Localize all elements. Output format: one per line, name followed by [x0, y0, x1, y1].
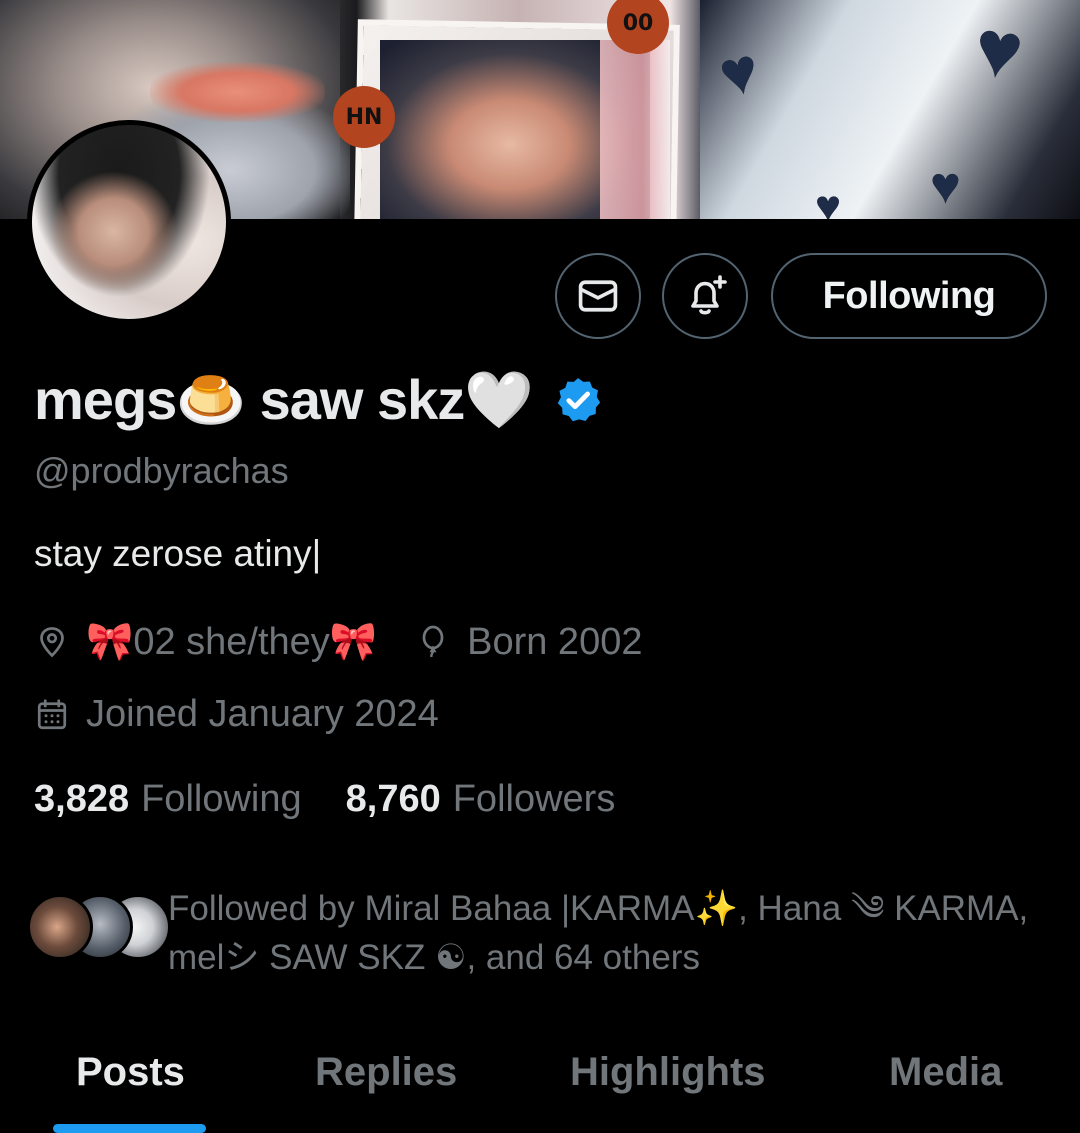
user-handle: @prodbyrachas [34, 450, 289, 491]
following-button[interactable]: Following [771, 253, 1047, 339]
heart-sticker-icon: ♥ [930, 157, 961, 215]
calendar-icon [37, 698, 67, 729]
verified-badge-icon[interactable] [553, 375, 603, 425]
tab-replies[interactable]: Replies [315, 1050, 457, 1095]
followers-count-link[interactable]: 8,760 Followers [346, 778, 616, 821]
banner-lips [150, 62, 325, 122]
display-name-row: megs🍮 saw skz🤍 [34, 360, 603, 440]
message-button[interactable] [555, 253, 641, 339]
profile-location: 🎀02 she/they🎀 [86, 621, 378, 663]
notifications-button[interactable] [662, 253, 748, 339]
tab-highlights[interactable]: Highlights [570, 1050, 766, 1095]
display-name: megs🍮 saw skz🤍 [34, 368, 534, 431]
tab-posts[interactable]: Posts [76, 1050, 185, 1095]
following-label: Following [141, 778, 302, 820]
followers-count: 8,760 [345, 778, 441, 820]
profile-birthday: Born 2002 [467, 620, 643, 663]
avatar-image [32, 125, 226, 319]
bell-plus-icon [691, 275, 727, 315]
profile-meta-row: 🎀02 she/they🎀 Born 2002 [34, 620, 642, 664]
banner-sticker-hn: HN [333, 86, 395, 148]
tab-media[interactable]: Media [889, 1050, 1002, 1095]
balloon-icon [422, 625, 444, 658]
following-count: 3,828 [34, 778, 130, 820]
profile-meta-row: Joined January 2024 [34, 693, 439, 736]
followers-label: Followers [452, 778, 616, 820]
profile-tabs: Posts Replies Highlights Media [0, 1040, 1080, 1133]
envelope-icon [578, 280, 618, 312]
follow-stats: 3,828 Following 8,760 Followers [34, 778, 615, 821]
follower-avatar [27, 894, 93, 960]
followed-by-text[interactable]: Followed by Miral Bahaa |KARMA✨, Hana ༄ … [168, 884, 1058, 982]
profile-avatar[interactable] [27, 120, 231, 324]
banner-pink-stripe [600, 40, 670, 219]
active-tab-indicator [53, 1124, 206, 1133]
heart-sticker-icon: ♥ [815, 182, 842, 220]
location-pin-icon [40, 627, 64, 658]
following-count-link[interactable]: 3,828 Following [34, 778, 302, 821]
profile-bio: stay zerose atiny| [34, 533, 322, 574]
followed-by-avatars[interactable] [27, 894, 171, 964]
profile-joined-date: Joined January 2024 [86, 693, 439, 735]
